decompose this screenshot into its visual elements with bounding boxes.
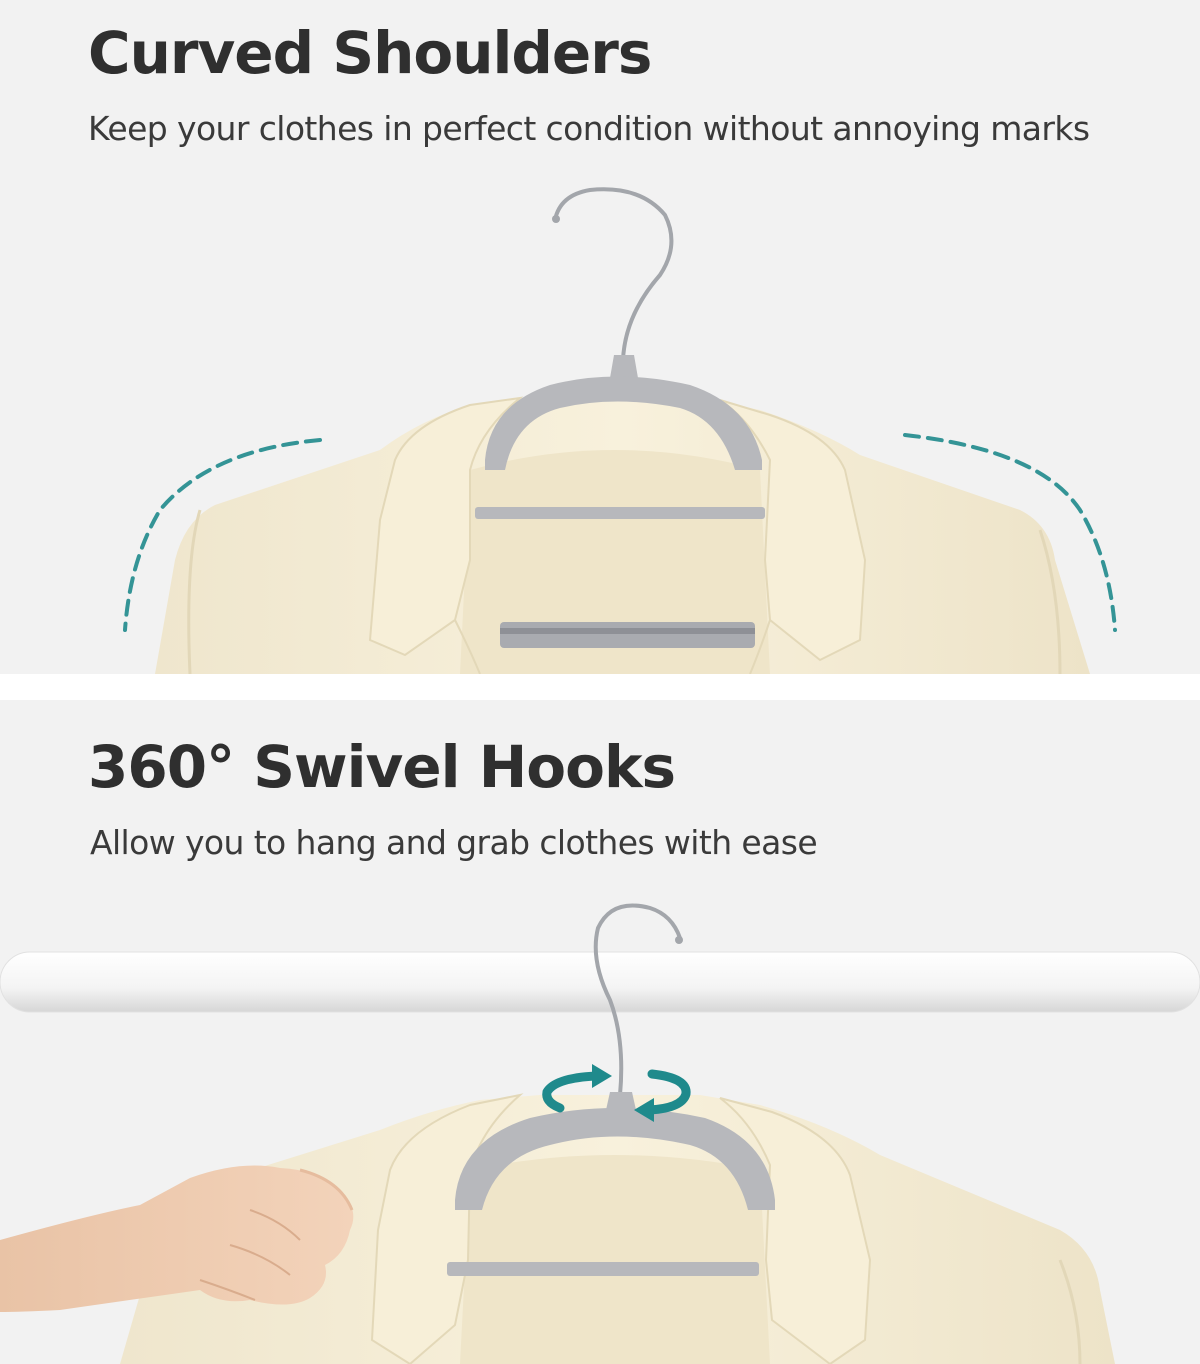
panel-curved-shoulders: Curved Shoulders Keep your clothes in pe… (0, 0, 1200, 674)
section-title-swivel-hooks: 360° Swivel Hooks (88, 733, 676, 801)
curved-shoulders-illustration (123, 187, 1117, 674)
hand (0, 1165, 354, 1312)
section-divider (0, 674, 1200, 700)
section-title-curved-shoulders: Curved Shoulders (88, 19, 652, 87)
panel-swivel-hooks: 360° Swivel Hooks Allow you to hang and … (0, 700, 1200, 1364)
section-subtitle-swivel-hooks: Allow you to hang and grab clothes with … (90, 823, 818, 862)
section-subtitle-curved-shoulders: Keep your clothes in perfect condition w… (88, 109, 1090, 148)
clothes-rail (0, 951, 1200, 1013)
